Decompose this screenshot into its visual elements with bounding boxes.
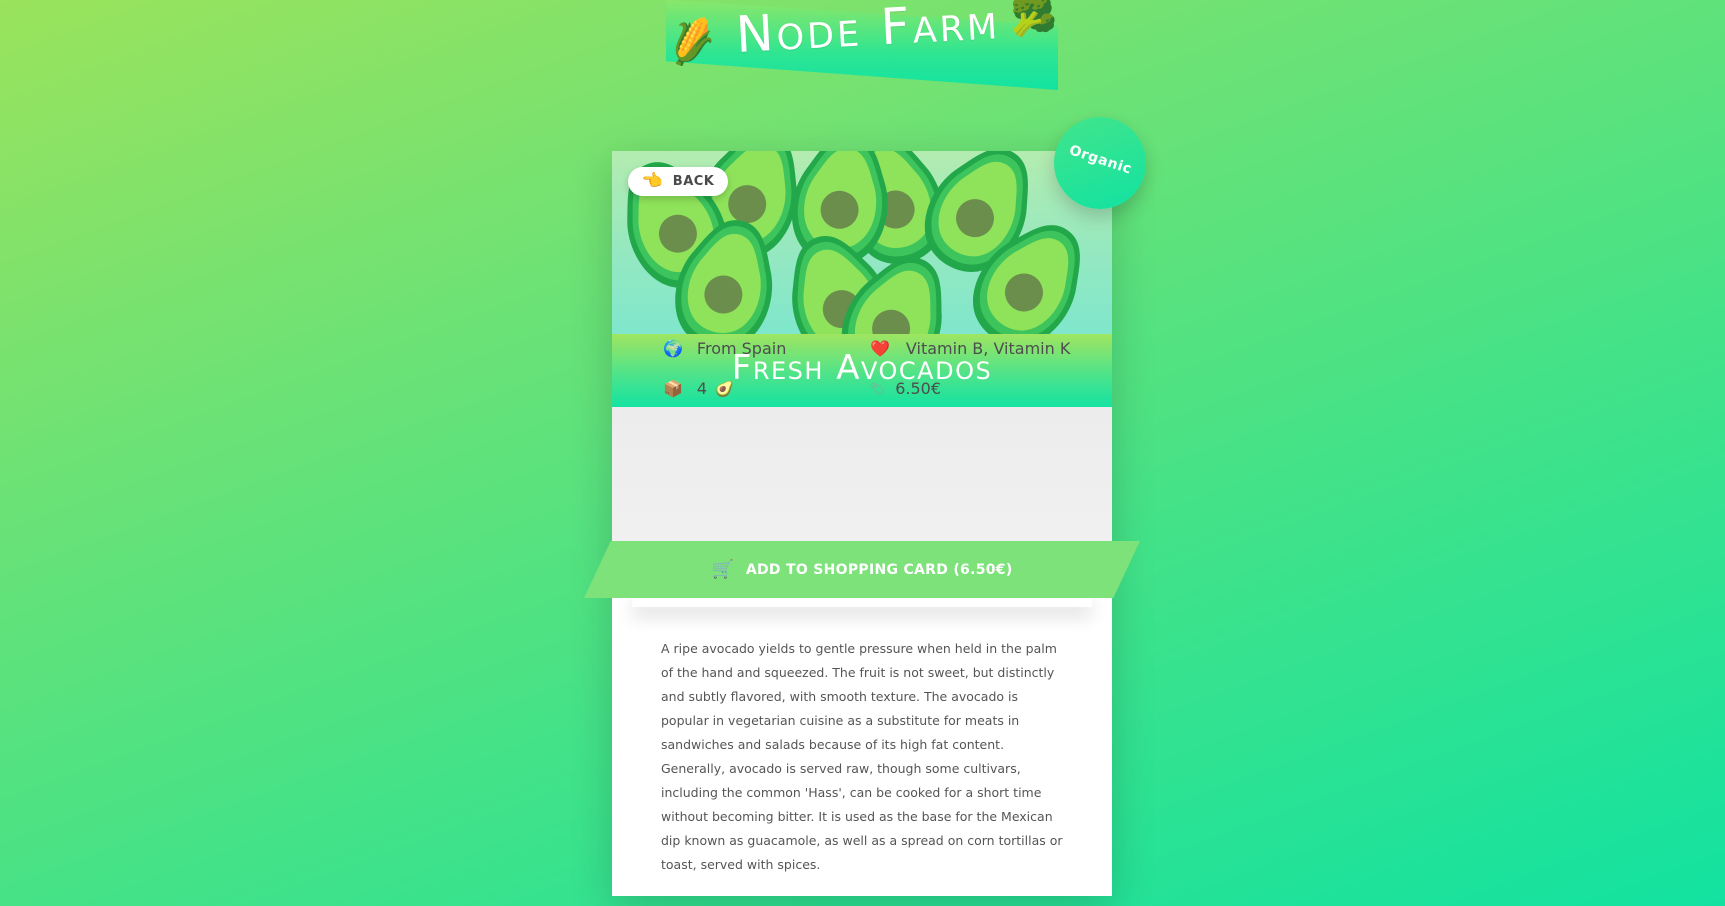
- package-icon: 📦: [663, 378, 683, 398]
- product-price-text: 6.50€: [895, 379, 942, 398]
- back-button-label: BACK: [672, 174, 715, 189]
- add-to-cart-button[interactable]: 🛒 ADD TO SHOPPING CARD (6.50€): [584, 541, 1140, 598]
- product-nutrients: ❤️ Vitamin B, Vitamin K: [870, 339, 1070, 358]
- site-logo[interactable]: 🌽 Node Farm 🥦: [663, 0, 1058, 92]
- add-to-cart-label: ADD TO SHOPPING CARD (6.50€): [745, 561, 1013, 578]
- product-nutrients-text: Vitamin B, Vitamin K: [905, 339, 1071, 358]
- broccoli-icon: 🥦: [1010, 0, 1058, 38]
- product-price: 🏷 6.50€: [870, 379, 941, 398]
- product-description: A ripe avocado yields to gentle pressure…: [661, 641, 1063, 872]
- product-details: [612, 407, 1112, 557]
- organic-badge: Organic: [1054, 117, 1146, 209]
- product-quantity-text: 4: [696, 379, 708, 398]
- product-image: 👈 BACK: [612, 151, 1112, 334]
- product-quantity: 📦 4 🥑: [663, 379, 734, 398]
- avocado-icon: 🥑: [715, 379, 734, 398]
- pointing-left-hand-icon: 👈: [641, 171, 663, 191]
- shopping-cart-icon: 🛒: [711, 558, 734, 580]
- organic-badge-label: Organic: [1066, 142, 1134, 178]
- product-origin: 🌍 From Spain: [663, 339, 786, 358]
- back-button[interactable]: 👈 BACK: [628, 167, 728, 196]
- globe-icon: 🌍: [663, 338, 683, 358]
- heart-icon: ❤️: [870, 338, 890, 358]
- price-tag-icon: 🏷: [870, 381, 886, 396]
- product-card: 👈 BACK Fresh Avocados 🌍 From Spain ❤️ Vi…: [584, 151, 1140, 896]
- product-origin-text: From Spain: [696, 339, 787, 358]
